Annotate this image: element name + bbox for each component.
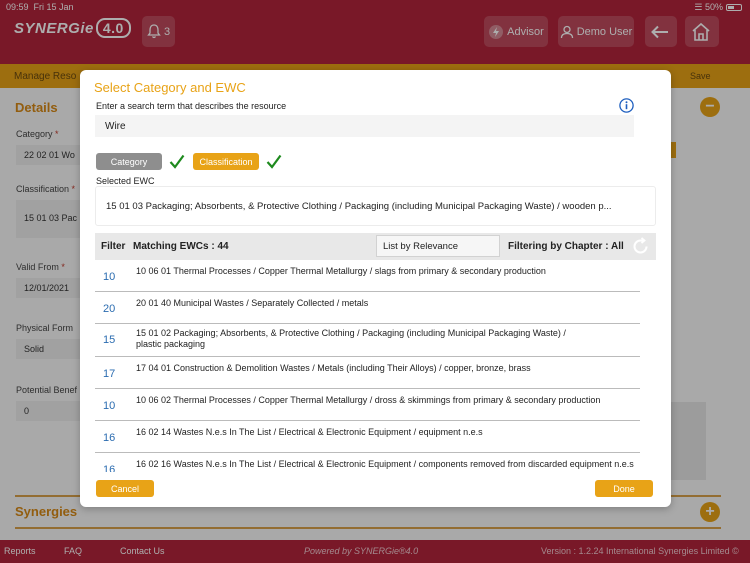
ewc-description: 10 06 01 Thermal Processes / Copper Ther… [136,266,546,276]
checkmark-icon [266,154,282,169]
ewc-row[interactable]: 16 16 02 14 Wastes N.e.s In The List / El… [95,421,640,453]
ewc-chapter-number[interactable]: 20 [103,303,115,315]
ewc-chapter-number[interactable]: 17 [103,368,115,380]
ewc-description: 17 04 01 Construction & Demolition Waste… [136,363,531,373]
chapter-filter-status: Filtering by Chapter : All [508,241,624,252]
ewc-description: 20 01 40 Municipal Wastes / Separately C… [136,298,369,308]
info-icon[interactable] [619,98,634,113]
cancel-button[interactable]: Cancel [96,480,154,497]
ewc-row[interactable]: 10 10 06 01 Thermal Processes / Copper Th… [95,260,640,292]
sort-select[interactable]: List by Relevance [376,235,500,257]
ewc-description-block: 15 01 02 Packaging; Absorbents, & Protec… [136,328,646,350]
search-input[interactable] [95,115,634,137]
tab-category[interactable]: Category [96,153,162,170]
ewc-description: 16 02 14 Wastes N.e.s In The List / Elec… [136,427,483,437]
ewc-row[interactable]: 16 16 02 16 Wastes N.e.s In The List / El… [95,453,640,472]
search-instruction: Enter a search term that describes the r… [96,101,287,111]
ewc-chapter-number[interactable]: 15 [103,334,115,346]
ewc-description: 15 01 02 Packaging; Absorbents, & Protec… [136,328,566,338]
ewc-chapter-number[interactable]: 16 [103,432,115,444]
ewc-row[interactable]: 10 10 06 02 Thermal Processes / Copper Th… [95,389,640,421]
select-ewc-dialog: Select Category and EWC Enter a search t… [80,70,671,507]
checkmark-icon [169,154,185,169]
ewc-description-block: 16 02 16 Wastes N.e.s In The List / Elec… [136,459,646,470]
ewc-row[interactable]: 15 15 01 02 Packaging; Absorbents, & Prot… [95,324,640,357]
reset-filter-icon[interactable] [631,237,650,256]
ewc-description-block: 17 04 01 Construction & Demolition Waste… [136,363,646,374]
matching-count: Matching EWCs : 44 [133,241,229,252]
ewc-chapter-number[interactable]: 10 [103,400,115,412]
ewc-results-list[interactable]: 10 10 06 01 Thermal Processes / Copper Th… [95,260,656,472]
filter-bar: Filter Matching EWCs : 44 List by Releva… [95,233,656,260]
selected-ewc-value: 15 01 03 Packaging; Absorbents, & Protec… [95,186,656,226]
ewc-description: 10 06 02 Thermal Processes / Copper Ther… [136,395,601,405]
ewc-row[interactable]: 17 17 04 01 Construction & Demolition Was… [95,357,640,389]
ewc-chapter-number[interactable]: 10 [103,271,115,283]
done-button[interactable]: Done [595,480,653,497]
ewc-row[interactable]: 20 20 01 40 Municipal Wastes / Separately… [95,292,640,324]
ewc-description-block: 10 06 02 Thermal Processes / Copper Ther… [136,395,646,406]
ewc-description-block: 16 02 14 Wastes N.e.s In The List / Elec… [136,427,646,438]
ewc-description: 16 02 16 Wastes N.e.s In The List / Elec… [136,459,634,469]
filter-button[interactable]: Filter [101,241,125,252]
dialog-title: Select Category and EWC [94,80,246,95]
ewc-chapter-number[interactable]: 16 [103,464,115,472]
ewc-description-block: 20 01 40 Municipal Wastes / Separately C… [136,298,646,309]
tab-classification[interactable]: Classification [193,153,259,170]
ewc-description-continued: plastic packaging [136,339,206,349]
selected-ewc-label: Selected EWC [96,176,155,186]
ewc-description-block: 10 06 01 Thermal Processes / Copper Ther… [136,266,646,277]
